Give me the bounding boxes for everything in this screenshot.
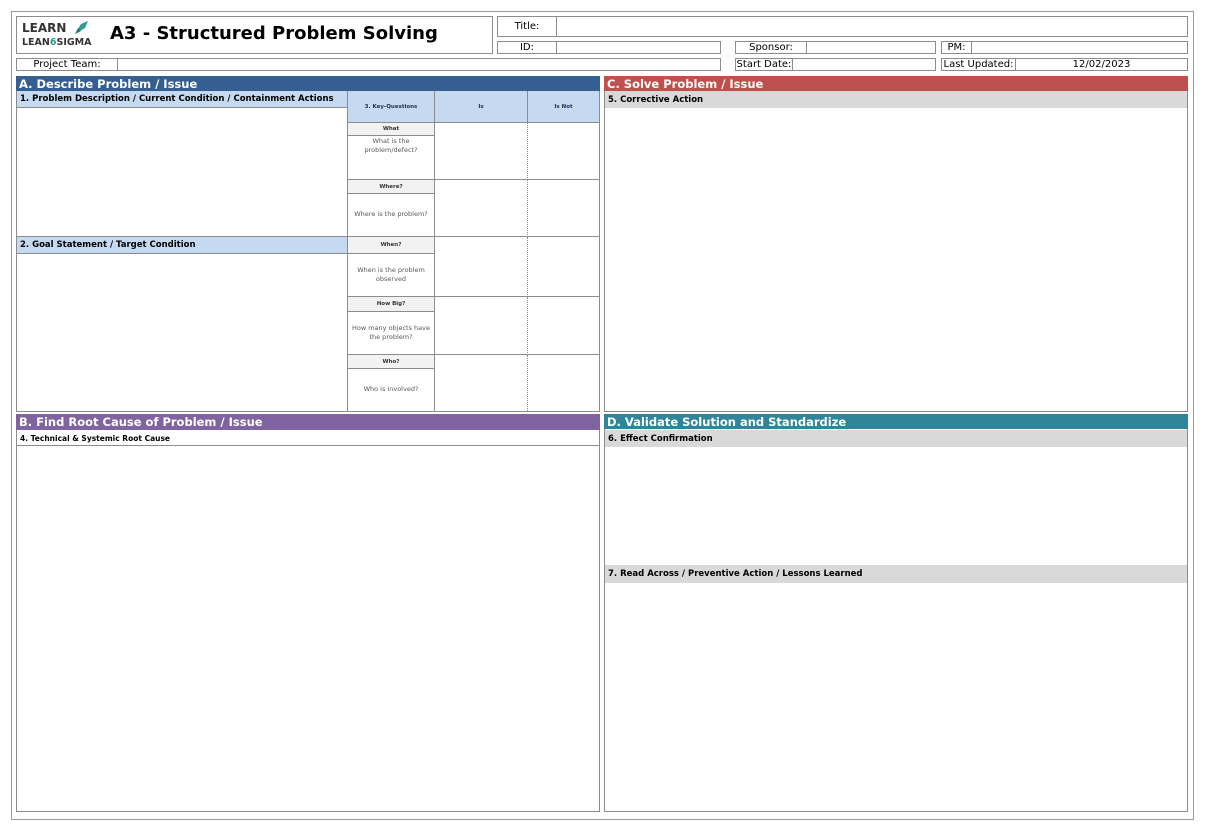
title-field[interactable] [556, 16, 1188, 37]
goal-statement-area[interactable] [17, 254, 347, 411]
rocket-icon [72, 20, 90, 36]
is-cell-where[interactable] [435, 180, 528, 237]
logo-learn: LEARN [22, 21, 67, 35]
section-c-header: C. Solve Problem / Issue [604, 76, 1188, 91]
effect-confirmation-header: 6. Effect Confirmation [605, 430, 1187, 447]
corrective-action-area[interactable] [605, 108, 1187, 411]
title-block: LEARN LEAN6SIGMA A3 - Structured Problem… [16, 16, 493, 54]
is-not-cell-when[interactable] [527, 237, 599, 297]
problem-description-area[interactable] [17, 108, 347, 236]
last-updated-field[interactable]: 12/02/2023 [1015, 58, 1188, 71]
question-head-what: What [348, 123, 435, 136]
is-not-cell-how-big[interactable] [527, 297, 599, 355]
question-head-when: When? [348, 237, 435, 254]
start-date-field[interactable] [792, 58, 936, 71]
goal-statement-header: 2. Goal Statement / Target Condition [17, 236, 347, 254]
section-a-header: A. Describe Problem / Issue [16, 76, 600, 91]
is-cell-when[interactable] [435, 237, 528, 297]
sponsor-field[interactable] [806, 41, 936, 54]
section-b-header: B. Find Root Cause of Problem / Issue [16, 414, 600, 430]
is-cell-what[interactable] [435, 123, 528, 180]
corrective-action-header: 5. Corrective Action [605, 91, 1187, 108]
is-cell-how-big[interactable] [435, 297, 528, 355]
root-cause-header: 4. Technical & Systemic Root Cause [17, 431, 599, 446]
root-cause-area[interactable] [17, 447, 599, 811]
logo-sigma: SIGMA [56, 37, 92, 48]
is-not-cell-where[interactable] [527, 180, 599, 237]
question-text-what: What is the problem/defect? [348, 136, 435, 180]
project-team-label: Project Team: [16, 58, 118, 71]
logo: LEARN LEAN6SIGMA [22, 21, 102, 51]
id-field[interactable] [556, 41, 721, 54]
question-text-how-big: How many objects have the problem? [348, 312, 435, 355]
question-text-who: Who is involved? [348, 369, 435, 411]
is-not-cell-who[interactable] [527, 355, 599, 411]
is-cell-who[interactable] [435, 355, 528, 411]
project-team-field[interactable] [117, 58, 721, 71]
title-label: Title: [497, 16, 557, 37]
question-head-where: Where? [348, 180, 435, 194]
logo-lean: LEAN [22, 37, 50, 48]
page-title: A3 - Structured Problem Solving [110, 23, 438, 44]
question-text-when: When is the problem observed [348, 254, 435, 297]
key-questions-col-header: 3. Key-Questions [348, 91, 435, 123]
effect-confirmation-area[interactable] [605, 447, 1187, 565]
logo-lean6sigma: LEAN6SIGMA [22, 37, 91, 48]
question-text-where: Where is the problem? [348, 194, 435, 237]
pm-field[interactable] [971, 41, 1188, 54]
pm-label: PM: [941, 41, 972, 54]
is-not-col-header: Is Not [528, 91, 599, 123]
start-date-label: Start Date: [735, 58, 793, 71]
is-not-cell-what[interactable] [527, 123, 599, 180]
last-updated-label: Last Updated: [941, 58, 1016, 71]
read-across-area[interactable] [605, 583, 1187, 811]
question-head-who: Who? [348, 355, 435, 369]
is-col-header: Is [435, 91, 528, 123]
id-label: ID: [497, 41, 557, 54]
problem-description-header: 1. Problem Description / Current Conditi… [17, 91, 347, 108]
section-d-header: D. Validate Solution and Standardize [604, 414, 1188, 429]
question-head-how-big: How Big? [348, 297, 435, 312]
read-across-header: 7. Read Across / Preventive Action / Les… [605, 565, 1187, 583]
sponsor-label: Sponsor: [735, 41, 807, 54]
